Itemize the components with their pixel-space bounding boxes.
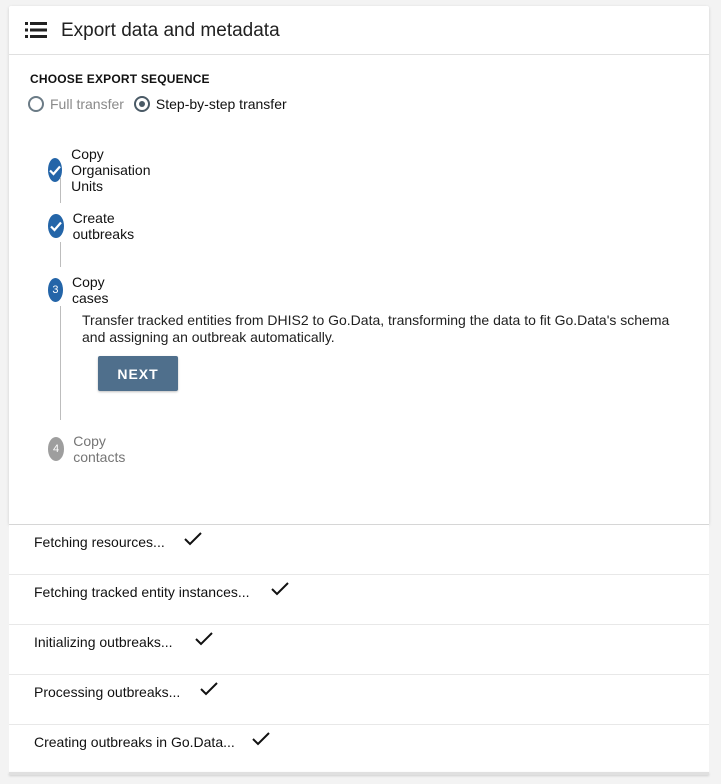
check-icon bbox=[200, 682, 218, 696]
log-text: Initializing outbreaks... bbox=[34, 634, 173, 650]
next-button[interactable]: NEXT bbox=[98, 356, 178, 391]
log-item: Fetching tracked entity instances... bbox=[9, 574, 709, 624]
step-connector bbox=[60, 306, 61, 420]
log-item: Creating outbreaks in Go.Data... bbox=[9, 724, 709, 774]
step-label: Create outbreaks bbox=[72, 210, 135, 242]
step-number-badge: 4 bbox=[48, 437, 65, 461]
log-text: Creating outbreaks in Go.Data... bbox=[34, 734, 235, 750]
full-transfer-radio[interactable]: Full transfer bbox=[28, 96, 124, 112]
log-text: Fetching resources... bbox=[34, 534, 165, 550]
step-description: Transfer tracked entities from DHIS2 to … bbox=[82, 312, 670, 345]
step-copy-cases: 3 Copy cases bbox=[48, 274, 118, 306]
export-sequence-radio-group: Full transfer Step-by-step transfer bbox=[28, 96, 297, 112]
check-icon bbox=[252, 732, 270, 746]
export-sequence-label: CHOOSE EXPORT SEQUENCE bbox=[30, 72, 210, 86]
check-icon bbox=[195, 632, 213, 646]
radio-unchecked-icon bbox=[28, 96, 44, 112]
log-text: Processing outbreaks... bbox=[34, 684, 181, 700]
check-circle-icon bbox=[48, 158, 63, 182]
step-connector bbox=[60, 242, 61, 267]
step-by-step-transfer-radio[interactable]: Step-by-step transfer bbox=[133, 96, 287, 112]
step-copy-contacts: 4 Copy contacts bbox=[48, 433, 133, 465]
log-item: Fetching resources... bbox=[9, 524, 709, 574]
full-transfer-label: Full transfer bbox=[50, 96, 124, 112]
progress-log: Fetching resources... Fetching tracked e… bbox=[9, 524, 709, 774]
step-label: Copy cases bbox=[71, 274, 109, 306]
log-item: Processing outbreaks... bbox=[9, 674, 709, 724]
list-icon bbox=[25, 22, 47, 38]
radio-checked-icon bbox=[133, 96, 150, 112]
check-circle-icon bbox=[48, 214, 64, 238]
export-card: Export data and metadata CHOOSE EXPORT S… bbox=[9, 6, 709, 524]
card-bottom-edge bbox=[9, 772, 709, 775]
step-label: Copy Organisation Units bbox=[71, 146, 151, 194]
page-title: Export data and metadata bbox=[61, 20, 280, 41]
check-icon bbox=[271, 582, 289, 596]
card-header: Export data and metadata bbox=[9, 6, 709, 55]
step-label: Copy contacts bbox=[73, 433, 126, 465]
step-copy-organisation-units: Copy Organisation Units bbox=[48, 146, 160, 194]
log-text: Fetching tracked entity instances... bbox=[34, 584, 250, 600]
check-icon bbox=[184, 532, 202, 546]
step-number-badge: 3 bbox=[48, 278, 63, 302]
step-create-outbreaks: Create outbreaks bbox=[48, 210, 142, 242]
step-by-step-transfer-label: Step-by-step transfer bbox=[155, 96, 287, 112]
log-item: Initializing outbreaks... bbox=[9, 624, 709, 674]
